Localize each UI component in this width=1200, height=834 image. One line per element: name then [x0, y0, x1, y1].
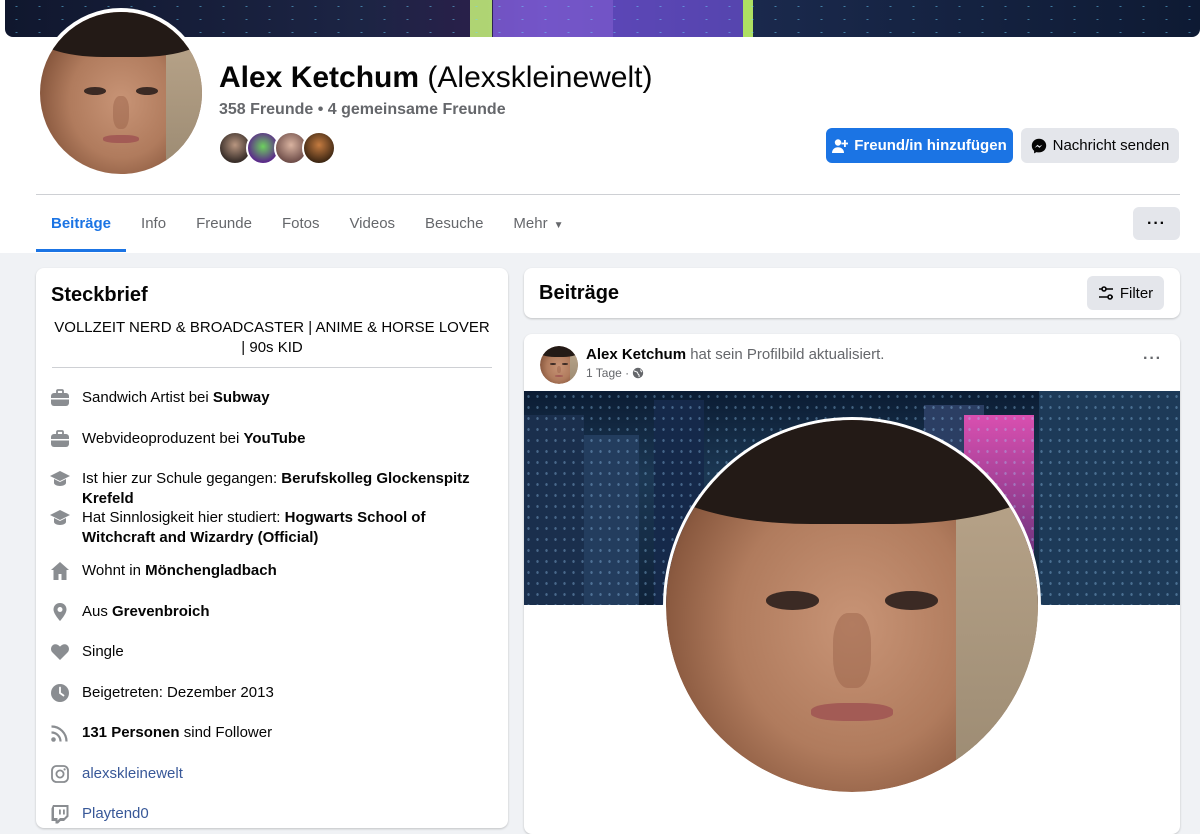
info-item-work-youtube: Webvideoproduzent bei YouTube	[50, 429, 500, 449]
header-divider	[36, 194, 1180, 195]
home-icon	[51, 562, 69, 580]
info-item-followers: 131 Personen sind Follower	[50, 723, 500, 743]
intro-card: Steckbrief VOLLZEIT NERD & BROADCASTER |…	[36, 268, 508, 828]
info-item-lives-in: Wohnt in Mönchengladbach	[50, 561, 500, 581]
post-action-text: hat sein Profilbild aktualisiert.	[686, 346, 885, 363]
profile-picture[interactable]	[36, 8, 206, 178]
filter-label: Filter	[1119, 284, 1154, 302]
post-author-name[interactable]: Alex Ketchum	[586, 346, 686, 363]
send-message-button[interactable]: Nachricht senden	[1021, 128, 1179, 163]
profile-tabs: Beiträge Info Freunde Fotos Videos Besuc…	[36, 196, 579, 253]
post-meta: 1 Tage ·	[586, 366, 644, 380]
heart-icon	[51, 644, 69, 660]
briefcase-icon	[51, 430, 69, 447]
intro-bio: VOLLZEIT NERD & BROADCASTER | ANIME & HO…	[54, 319, 490, 356]
intro-title: Steckbrief	[51, 284, 148, 306]
tab-info[interactable]: Info	[126, 196, 181, 251]
more-options-button[interactable]: ···	[1133, 207, 1180, 240]
tab-fotos[interactable]: Fotos	[267, 196, 335, 251]
friends-count[interactable]: 358 Freunde • 4 gemeinsame Freunde	[219, 101, 506, 119]
rss-icon	[51, 725, 68, 742]
tab-besuche[interactable]: Besuche	[410, 196, 498, 251]
posts-header-card: Beiträge Filter	[524, 268, 1180, 318]
info-item-studied: Hat Sinnlosigkeit hier studiert: Hogwart…	[50, 508, 500, 548]
graduation-cap-icon	[50, 471, 70, 486]
add-friend-label: Freund/in hinzufügen	[854, 137, 1007, 154]
add-friend-icon	[832, 138, 849, 153]
instagram-icon	[51, 765, 69, 783]
post-options-button[interactable]: ···	[1143, 350, 1162, 368]
info-item-from: Aus Grevenbroich	[50, 602, 500, 622]
info-item-instagram: alexskleinewelt	[50, 764, 500, 784]
filter-sliders-icon	[1098, 286, 1113, 300]
tab-mehr[interactable]: Mehr ▼	[498, 196, 578, 251]
messenger-icon	[1031, 138, 1046, 153]
info-item-relationship: Single	[50, 642, 500, 662]
clock-icon	[51, 684, 69, 702]
tab-beitraege[interactable]: Beiträge	[36, 196, 127, 252]
info-item-school: Ist hier zur Schule gegangen: Berufskoll…	[50, 469, 500, 509]
intro-divider	[52, 367, 492, 368]
friend-avatar[interactable]	[302, 131, 336, 165]
instagram-link[interactable]: alexskleinewelt	[82, 764, 183, 784]
post-card: Alex Ketchum hat sein Profilbild aktuali…	[524, 334, 1180, 834]
location-pin-icon	[53, 603, 67, 621]
post-timestamp[interactable]: 1 Tage ·	[586, 366, 629, 380]
briefcase-icon	[51, 389, 69, 406]
send-message-label: Nachricht senden	[1052, 137, 1170, 154]
profile-name-text: Alex Ketchum	[219, 61, 420, 94]
tab-mehr-label: Mehr	[513, 215, 548, 232]
profile-alternate-name: (Alexskleinewelt)	[427, 61, 653, 94]
tab-videos[interactable]: Videos	[334, 196, 410, 251]
graduation-cap-icon	[50, 510, 70, 525]
post-author-avatar[interactable]	[540, 346, 578, 384]
posts-title: Beiträge	[539, 282, 620, 304]
info-item-twitch: Playtend0	[50, 804, 500, 824]
post-profile-picture[interactable]	[663, 417, 1041, 795]
info-item-joined: Beigetreten: Dezember 2013	[50, 683, 500, 703]
twitch-icon	[51, 805, 69, 824]
add-friend-button[interactable]: Freund/in hinzufügen	[826, 128, 1013, 163]
caret-down-icon: ▼	[553, 220, 564, 231]
tab-freunde[interactable]: Freunde	[181, 196, 267, 251]
globe-icon	[632, 367, 644, 379]
filter-button[interactable]: Filter	[1087, 276, 1164, 310]
info-item-work-subway: Sandwich Artist bei Subway	[50, 388, 500, 408]
twitch-link[interactable]: Playtend0	[82, 804, 149, 824]
post-header-text: Alex Ketchum hat sein Profilbild aktuali…	[586, 346, 884, 363]
profile-name: Alex Ketchum (Alexskleinewelt)	[219, 61, 652, 95]
